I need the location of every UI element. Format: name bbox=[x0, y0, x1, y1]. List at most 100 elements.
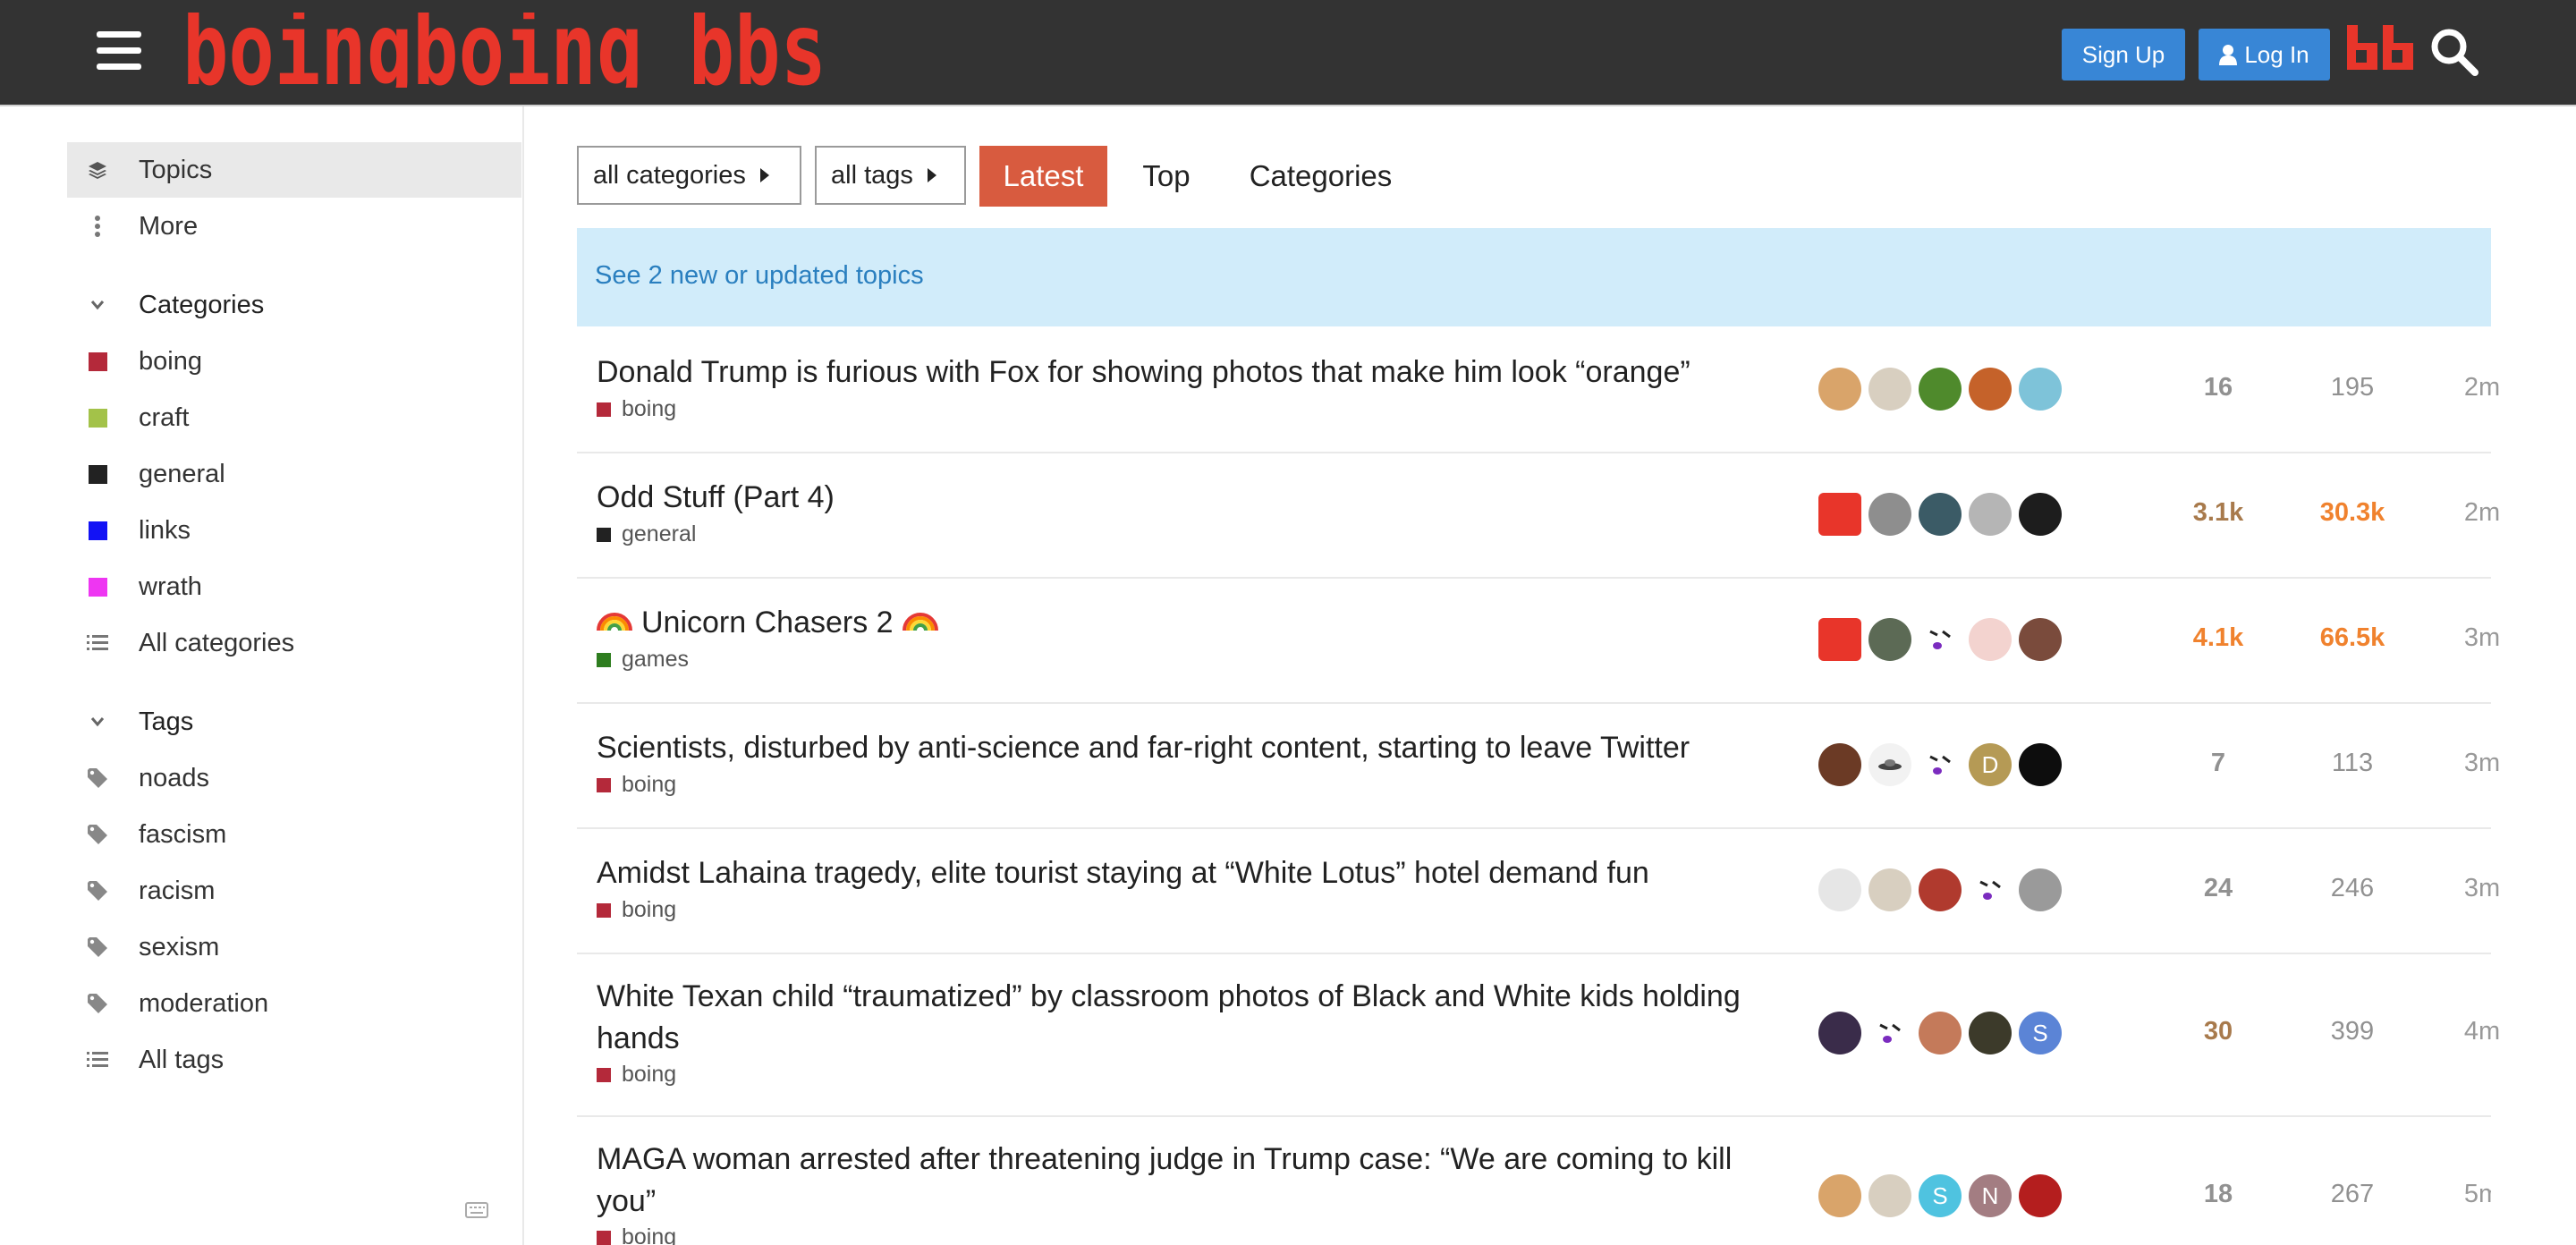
avatar[interactable] bbox=[2019, 493, 2062, 536]
avatar[interactable]: S bbox=[1919, 1174, 1962, 1217]
tab-categories[interactable]: Categories bbox=[1229, 146, 1412, 207]
avatar[interactable] bbox=[1818, 368, 1861, 411]
topic-title[interactable]: Unicorn Chasers 2 bbox=[641, 602, 894, 644]
avatar[interactable] bbox=[1969, 868, 2012, 911]
topic-title-container[interactable]: Unicorn Chasers 2 bbox=[597, 602, 1777, 644]
avatar[interactable] bbox=[1868, 743, 1911, 786]
avatar[interactable] bbox=[1919, 493, 1962, 536]
topic-row[interactable]: Donald Trump is furious with Fox for sho… bbox=[577, 326, 2500, 453]
topic-title[interactable]: MAGA woman arrested after threatening ju… bbox=[597, 1139, 1795, 1223]
sidebar-item-all-tags[interactable]: All tags bbox=[67, 1032, 521, 1088]
avatar[interactable] bbox=[1818, 1174, 1861, 1217]
sidebar-item-all-categories[interactable]: All categories bbox=[67, 615, 521, 671]
topic-category[interactable]: boing bbox=[597, 897, 676, 923]
category-color-swatch bbox=[597, 527, 611, 542]
avatar[interactable] bbox=[2019, 1174, 2062, 1217]
sidebar-section-categories-header[interactable]: Categories bbox=[67, 277, 521, 333]
activity-time[interactable]: 2m bbox=[2419, 498, 2545, 528]
sidebar-item-more[interactable]: More bbox=[67, 199, 521, 254]
sidebar-item-links[interactable]: links bbox=[67, 503, 521, 558]
activity-time[interactable]: 3m bbox=[2419, 623, 2545, 653]
avatar[interactable] bbox=[2019, 618, 2062, 661]
avatar[interactable] bbox=[1969, 1012, 2012, 1054]
activity-time[interactable]: 3m bbox=[2419, 749, 2545, 778]
topic-row[interactable]: Scientists, disturbed by anti-science an… bbox=[577, 702, 2500, 829]
activity-time[interactable]: 2m bbox=[2419, 373, 2545, 402]
topic-category[interactable]: boing bbox=[597, 772, 676, 798]
tab-latest[interactable]: Latest bbox=[979, 146, 1107, 207]
avatar[interactable] bbox=[1868, 868, 1911, 911]
category-filter-dropdown[interactable]: all categories bbox=[577, 146, 801, 205]
activity-time[interactable]: 3m bbox=[2419, 874, 2545, 903]
keyboard-shortcuts-icon[interactable] bbox=[465, 1202, 488, 1218]
sign-up-button[interactable]: Sign Up bbox=[2062, 29, 2185, 80]
log-in-button[interactable]: Log In bbox=[2199, 29, 2330, 80]
topic-row[interactable]: Amidst Lahaina tragedy, elite tourist st… bbox=[577, 827, 2500, 954]
topic-category[interactable]: general bbox=[597, 521, 696, 547]
topic-row[interactable]: White Texan child “traumatized” by class… bbox=[577, 953, 2500, 1117]
avatar[interactable] bbox=[1919, 368, 1962, 411]
topic-row[interactable]: MAGA woman arrested after threatening ju… bbox=[577, 1115, 2491, 1245]
topic-category[interactable]: games bbox=[597, 647, 689, 673]
hamburger-menu-icon[interactable] bbox=[97, 31, 141, 71]
avatar[interactable] bbox=[2019, 868, 2062, 911]
list-icon bbox=[76, 1051, 119, 1069]
sidebar-item-boing[interactable]: boing bbox=[67, 334, 521, 389]
avatar[interactable] bbox=[1969, 493, 2012, 536]
new-topics-link[interactable]: See 2 new or updated topics bbox=[595, 261, 924, 291]
avatar[interactable] bbox=[1818, 1012, 1861, 1054]
topic-title[interactable]: Odd Stuff (Part 4) bbox=[597, 477, 1777, 519]
sidebar-item-general[interactable]: general bbox=[67, 446, 521, 502]
bb-logo-icon[interactable] bbox=[2345, 21, 2415, 72]
avatar[interactable] bbox=[2019, 368, 2062, 411]
category-label: boing bbox=[622, 897, 677, 922]
avatar[interactable] bbox=[1868, 493, 1911, 536]
avatar[interactable] bbox=[2019, 743, 2062, 786]
rainbow-emoji-icon bbox=[597, 602, 632, 644]
bbs-logo-avatar[interactable] bbox=[1818, 618, 1861, 661]
tag-filter-dropdown[interactable]: all tags bbox=[815, 146, 966, 205]
topic-title[interactable]: White Texan child “traumatized” by class… bbox=[597, 976, 1795, 1060]
avatar[interactable]: D bbox=[1969, 743, 2012, 786]
avatar[interactable] bbox=[1818, 868, 1861, 911]
avatar[interactable] bbox=[1818, 743, 1861, 786]
topic-title[interactable]: Amidst Lahaina tragedy, elite tourist st… bbox=[597, 852, 1777, 894]
avatar[interactable] bbox=[1919, 743, 1962, 786]
search-icon[interactable] bbox=[2429, 27, 2479, 77]
avatar[interactable] bbox=[1919, 1012, 1962, 1054]
avatar[interactable] bbox=[1868, 1012, 1911, 1054]
avatar[interactable] bbox=[1969, 368, 2012, 411]
sidebar-item-tag-fascism[interactable]: fascism bbox=[67, 807, 521, 862]
sidebar-section-tags-header[interactable]: Tags bbox=[67, 694, 521, 750]
topic-category[interactable]: boing bbox=[597, 396, 676, 422]
topic-row[interactable]: Unicorn Chasers 2 games 4.1k 66.5k 3m bbox=[577, 577, 2500, 704]
topic-row[interactable]: Odd Stuff (Part 4) general 3.1k 30.3k 2m bbox=[577, 452, 2500, 579]
avatar[interactable]: S bbox=[2019, 1012, 2062, 1054]
activity-time[interactable]: 5m bbox=[2419, 1180, 2491, 1209]
tab-top[interactable]: Top bbox=[1123, 146, 1209, 207]
boingboing-bbs-logo[interactable]: boingboing bbs bbox=[182, 13, 828, 88]
avatar[interactable] bbox=[1919, 618, 1962, 661]
topic-category[interactable]: boing bbox=[597, 1062, 676, 1088]
sidebar-item-tag-racism[interactable]: racism bbox=[67, 863, 521, 919]
bbs-logo-avatar[interactable] bbox=[1818, 493, 1861, 536]
avatar[interactable] bbox=[1868, 368, 1911, 411]
sidebar-item-craft[interactable]: craft bbox=[67, 390, 521, 445]
sidebar-item-wrath[interactable]: wrath bbox=[67, 559, 521, 614]
sidebar-item-tag-noads[interactable]: noads bbox=[67, 750, 521, 806]
avatar[interactable] bbox=[1868, 618, 1911, 661]
topic-title[interactable]: Donald Trump is furious with Fox for sho… bbox=[597, 351, 1777, 394]
avatar[interactable] bbox=[1919, 868, 1962, 911]
avatar[interactable] bbox=[1868, 1174, 1911, 1217]
sidebar-item-label: moderation bbox=[139, 988, 269, 1018]
new-topics-banner[interactable]: See 2 new or updated topics bbox=[577, 228, 2491, 326]
sidebar-item-tag-sexism[interactable]: sexism bbox=[67, 919, 521, 975]
sidebar-item-tag-moderation[interactable]: moderation bbox=[67, 976, 521, 1031]
avatar[interactable]: N bbox=[1969, 1174, 2012, 1217]
sidebar-item-topics[interactable]: Topics bbox=[67, 142, 521, 198]
activity-time[interactable]: 4m bbox=[2419, 1017, 2545, 1046]
avatar[interactable] bbox=[1969, 618, 2012, 661]
category-label: boing bbox=[622, 1062, 677, 1087]
topic-category[interactable]: boing bbox=[597, 1224, 676, 1245]
topic-title[interactable]: Scientists, disturbed by anti-science an… bbox=[597, 727, 1777, 769]
